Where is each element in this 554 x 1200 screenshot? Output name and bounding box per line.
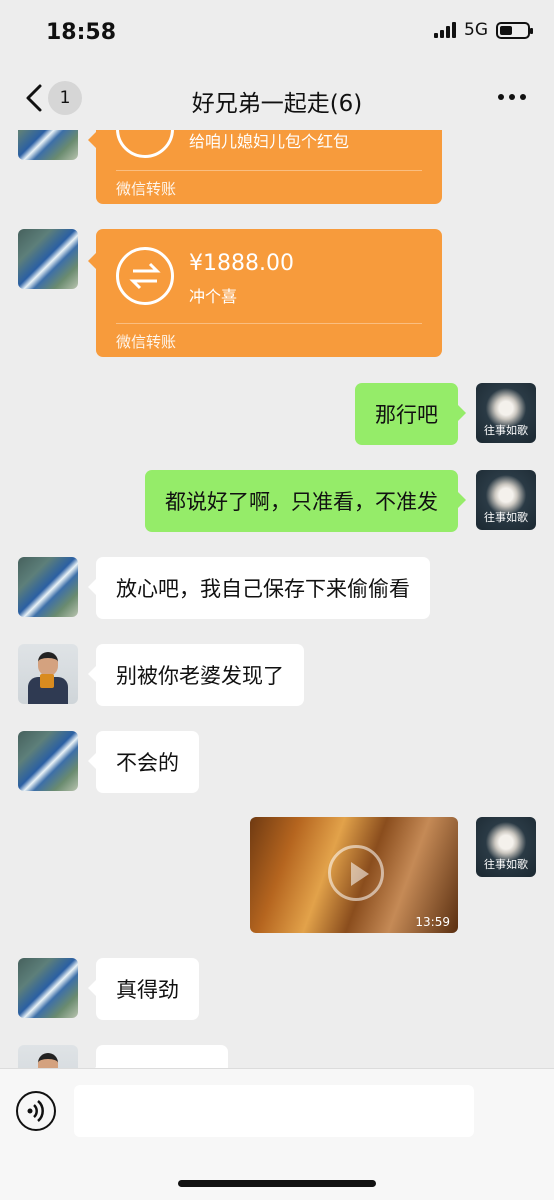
avatar-caption: 往事如歌 bbox=[484, 858, 528, 871]
play-icon[interactable] bbox=[328, 845, 384, 901]
message-bubble[interactable]: 那行吧 bbox=[355, 383, 466, 445]
more-dot bbox=[509, 94, 515, 100]
avatar[interactable] bbox=[18, 557, 78, 617]
home-indicator bbox=[178, 1180, 376, 1187]
avatar[interactable]: 往事如歌 bbox=[476, 470, 536, 530]
message-bubble[interactable]: 真得劲 bbox=[88, 958, 199, 1020]
avatar[interactable]: 往事如歌 bbox=[476, 383, 536, 443]
message-bubble[interactable] bbox=[88, 1045, 228, 1068]
cup-icon bbox=[40, 674, 54, 688]
transfer-note: 给咱儿媳妇儿包个红包 bbox=[189, 132, 350, 151]
transfer-arrows-icon bbox=[116, 247, 174, 305]
message-input[interactable] bbox=[74, 1085, 474, 1137]
more-dot bbox=[498, 94, 504, 100]
avatar[interactable] bbox=[18, 731, 78, 791]
message-bubble[interactable]: 不会的 bbox=[88, 731, 199, 793]
avatar-head bbox=[38, 1053, 58, 1068]
voice-icon bbox=[27, 1100, 44, 1122]
message-bubble[interactable]: 放心吧，我自己保存下来偷偷看 bbox=[88, 557, 430, 619]
avatar-caption: 往事如歌 bbox=[484, 511, 528, 524]
top-bar: 18:58 5G 1 好兄弟一起走(6) bbox=[0, 0, 554, 130]
voice-button[interactable] bbox=[16, 1091, 56, 1131]
transfer-footer: 微信转账 bbox=[116, 333, 177, 351]
avatar[interactable]: 往事如歌 bbox=[476, 817, 536, 877]
more-dot bbox=[520, 94, 526, 100]
avatar-head bbox=[38, 652, 58, 676]
video-duration: 13:59 bbox=[415, 915, 450, 929]
avatar[interactable] bbox=[18, 958, 78, 1018]
signal-icon bbox=[434, 22, 456, 38]
more-button[interactable] bbox=[498, 94, 526, 100]
divider bbox=[116, 170, 422, 171]
avatar[interactable] bbox=[18, 1045, 78, 1068]
divider bbox=[116, 323, 422, 324]
message-bubble[interactable]: 都说好了啊，只准看，不准发 bbox=[145, 470, 466, 532]
avatar[interactable] bbox=[18, 229, 78, 289]
transfer-card[interactable]: ¥1888.00 冲个喜 微信转账 bbox=[88, 229, 442, 357]
chat-area[interactable]: 给咱儿媳妇儿包个红包 微信转账 ¥1888.00 冲个喜 微信转账 那行吧 往事… bbox=[0, 0, 554, 1068]
message-bubble[interactable]: 别被你老婆发现了 bbox=[88, 644, 304, 706]
status-time: 18:58 bbox=[46, 20, 117, 45]
transfer-footer: 微信转账 bbox=[116, 180, 177, 198]
avatar-caption: 往事如歌 bbox=[484, 424, 528, 437]
network-label: 5G bbox=[464, 20, 488, 40]
transfer-note: 冲个喜 bbox=[189, 287, 238, 306]
chat-title: 好兄弟一起走(6) bbox=[191, 91, 363, 117]
transfer-amount: ¥1888.00 bbox=[189, 251, 294, 276]
video-message[interactable]: 13:59 bbox=[250, 817, 458, 933]
battery-icon bbox=[496, 21, 533, 39]
status-indicators: 5G bbox=[434, 20, 533, 40]
avatar[interactable] bbox=[18, 644, 78, 704]
